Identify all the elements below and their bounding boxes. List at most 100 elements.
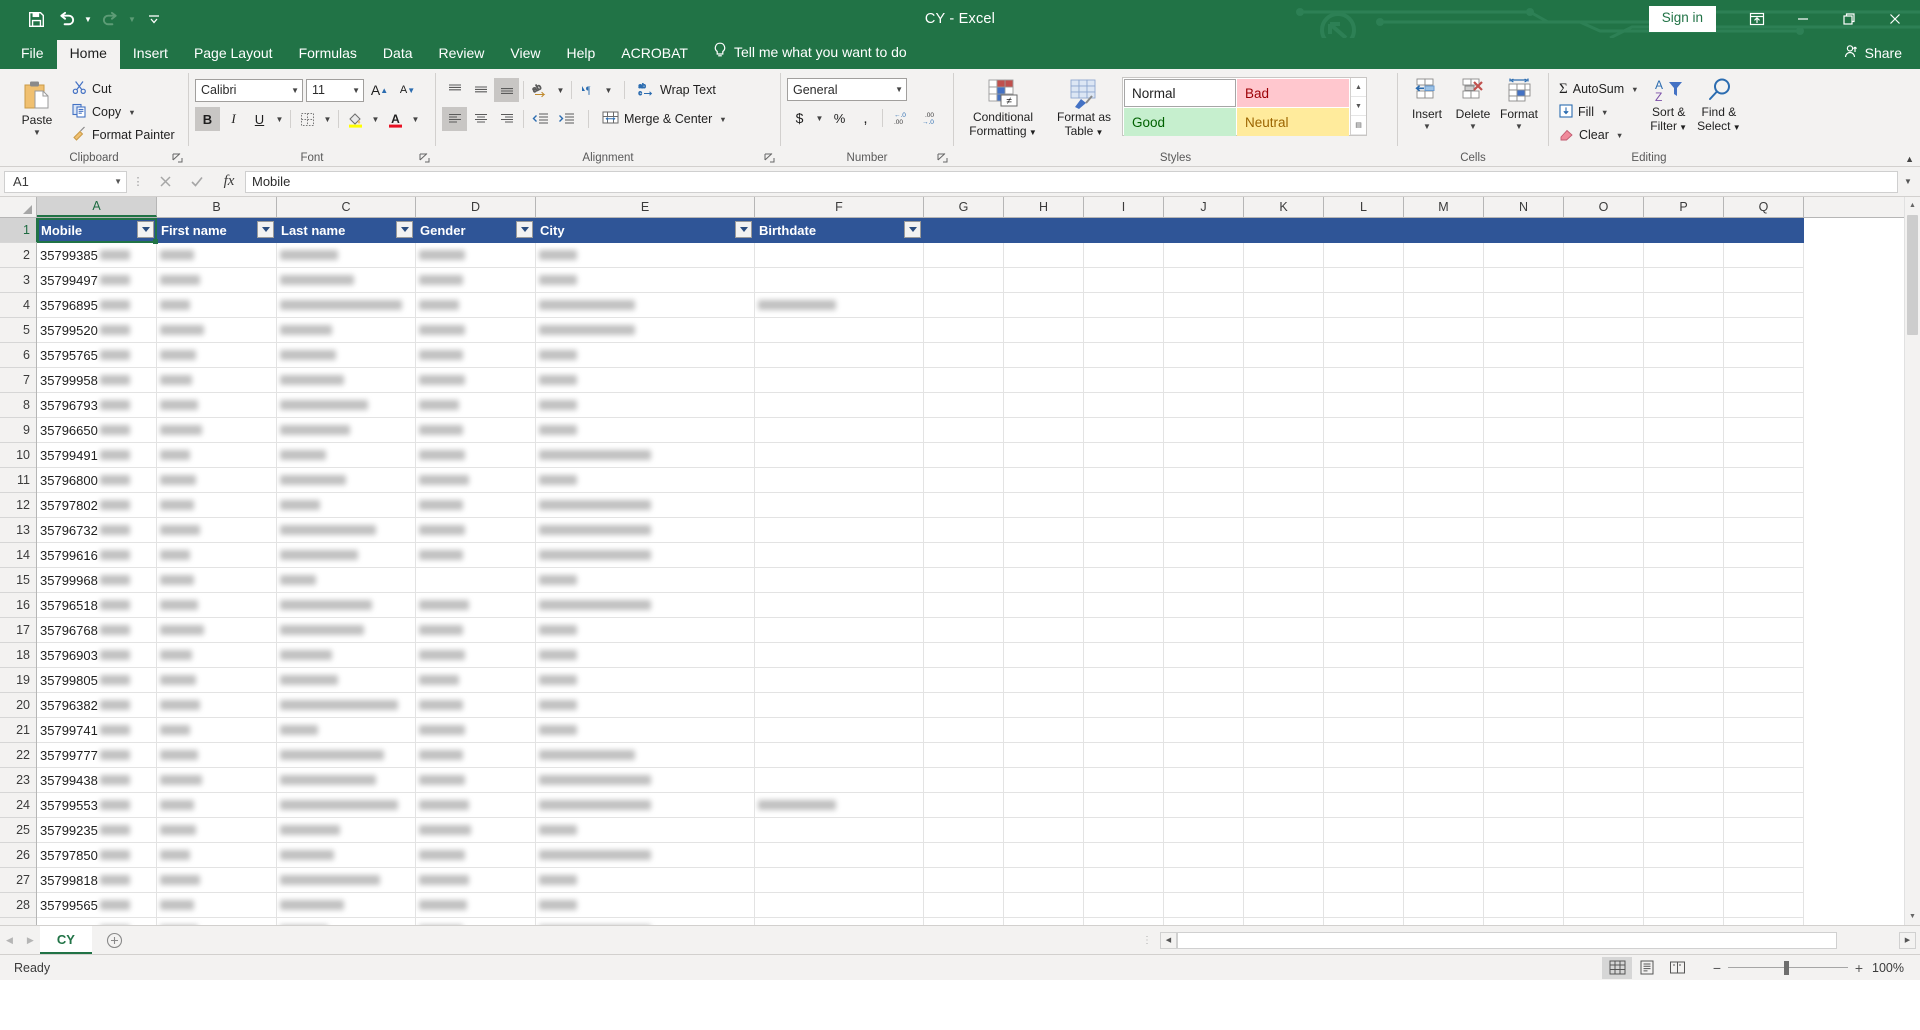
tab-acrobat[interactable]: ACROBAT (608, 40, 701, 70)
row-header-4[interactable]: 4 (0, 293, 36, 318)
cell-I16[interactable] (1084, 593, 1164, 618)
cell-D19[interactable] (416, 668, 536, 693)
cell-L24[interactable] (1324, 793, 1404, 818)
cell-N28[interactable] (1484, 893, 1564, 918)
header-cell-C[interactable]: Last name (277, 218, 416, 243)
row-header-10[interactable]: 10 (0, 443, 36, 468)
header-cell-D[interactable]: Gender (416, 218, 536, 243)
cell-P8[interactable] (1644, 393, 1724, 418)
cell-L18[interactable] (1324, 643, 1404, 668)
zoom-slider-thumb[interactable] (1784, 960, 1789, 975)
cell-L5[interactable] (1324, 318, 1404, 343)
cell-D29[interactable] (416, 918, 536, 925)
cell-K18[interactable] (1244, 643, 1324, 668)
decrease-decimal-button[interactable]: .00 →.0 (916, 106, 944, 130)
row-header-23[interactable]: 23 (0, 768, 36, 793)
cell-D15[interactable] (416, 568, 536, 593)
cell-N26[interactable] (1484, 843, 1564, 868)
cell-I7[interactable] (1084, 368, 1164, 393)
cell-G21[interactable] (924, 718, 1004, 743)
cell-A7[interactable]: 35799958 (37, 368, 157, 393)
cell-O18[interactable] (1564, 643, 1644, 668)
cell-G14[interactable] (924, 543, 1004, 568)
cell-E27[interactable] (536, 868, 755, 893)
cell-Q24[interactable] (1724, 793, 1804, 818)
italic-button[interactable]: I (221, 107, 246, 131)
cell-Q17[interactable] (1724, 618, 1804, 643)
cell-F10[interactable] (755, 443, 924, 468)
cell-B2[interactable] (157, 243, 277, 268)
column-header-G[interactable]: G (924, 197, 1004, 217)
cell-F21[interactable] (755, 718, 924, 743)
cell-G23[interactable] (924, 768, 1004, 793)
cell-M11[interactable] (1404, 468, 1484, 493)
cell-N10[interactable] (1484, 443, 1564, 468)
cell-P29[interactable] (1644, 918, 1724, 925)
cell-I24[interactable] (1084, 793, 1164, 818)
cell-G12[interactable] (924, 493, 1004, 518)
zoom-slider[interactable] (1728, 957, 1848, 979)
page-break-preview-icon[interactable] (1662, 957, 1692, 979)
cell-G19[interactable] (924, 668, 1004, 693)
cell-A19[interactable]: 35799805 (37, 668, 157, 693)
cell-M20[interactable] (1404, 693, 1484, 718)
cell-M18[interactable] (1404, 643, 1484, 668)
font-color-caret-icon[interactable]: ▼ (409, 107, 422, 131)
cell-H27[interactable] (1004, 868, 1084, 893)
cell-H10[interactable] (1004, 443, 1084, 468)
cell-C17[interactable] (277, 618, 416, 643)
cell-F14[interactable] (755, 543, 924, 568)
cell-F2[interactable] (755, 243, 924, 268)
cell-F22[interactable] (755, 743, 924, 768)
decrease-font-size-button[interactable]: A ▼ (395, 78, 420, 102)
font-size-box[interactable]: 11 ▼ (306, 78, 364, 102)
cell-K28[interactable] (1244, 893, 1324, 918)
cell-E2[interactable] (536, 243, 755, 268)
wrap-text-button[interactable]: ab c Wrap Text (634, 79, 720, 101)
cell-I2[interactable] (1084, 243, 1164, 268)
cell-E8[interactable] (536, 393, 755, 418)
cell-M28[interactable] (1404, 893, 1484, 918)
cell-A12[interactable]: 35797802 (37, 493, 157, 518)
column-header-C[interactable]: C (277, 197, 416, 217)
cell-P10[interactable] (1644, 443, 1724, 468)
cell-O27[interactable] (1564, 868, 1644, 893)
cell-O26[interactable] (1564, 843, 1644, 868)
header-cell-F[interactable]: Birthdate (755, 218, 924, 243)
cell-H8[interactable] (1004, 393, 1084, 418)
undo-dropdown-caret-icon[interactable]: ▼ (82, 6, 94, 32)
cell-K13[interactable] (1244, 518, 1324, 543)
cell-C7[interactable] (277, 368, 416, 393)
number-format-caret-icon[interactable]: ▼ (891, 85, 903, 94)
cell-A2[interactable]: 35799385 (37, 243, 157, 268)
cell-D16[interactable] (416, 593, 536, 618)
cell-J24[interactable] (1164, 793, 1244, 818)
column-header-K[interactable]: K (1244, 197, 1324, 217)
cell-A26[interactable]: 35797850 (37, 843, 157, 868)
cell-D25[interactable] (416, 818, 536, 843)
cell-G27[interactable] (924, 868, 1004, 893)
cell-H23[interactable] (1004, 768, 1084, 793)
cell-K27[interactable] (1244, 868, 1324, 893)
cell-Q18[interactable] (1724, 643, 1804, 668)
tab-help[interactable]: Help (554, 40, 609, 70)
cell-K15[interactable] (1244, 568, 1324, 593)
insert-cells-button[interactable]: Insert ▼ (1404, 75, 1450, 131)
cell-N21[interactable] (1484, 718, 1564, 743)
cell-D14[interactable] (416, 543, 536, 568)
cell-M24[interactable] (1404, 793, 1484, 818)
cell-B26[interactable] (157, 843, 277, 868)
cell-K14[interactable] (1244, 543, 1324, 568)
cell-M21[interactable] (1404, 718, 1484, 743)
cell-Q8[interactable] (1724, 393, 1804, 418)
cell-M13[interactable] (1404, 518, 1484, 543)
cell-F23[interactable] (755, 768, 924, 793)
cell-P11[interactable] (1644, 468, 1724, 493)
tab-home[interactable]: Home (56, 39, 120, 69)
cell-J25[interactable] (1164, 818, 1244, 843)
cell-P5[interactable] (1644, 318, 1724, 343)
cell-C26[interactable] (277, 843, 416, 868)
insert-function-icon[interactable]: fx (213, 171, 245, 193)
cell-C12[interactable] (277, 493, 416, 518)
cell-P18[interactable] (1644, 643, 1724, 668)
